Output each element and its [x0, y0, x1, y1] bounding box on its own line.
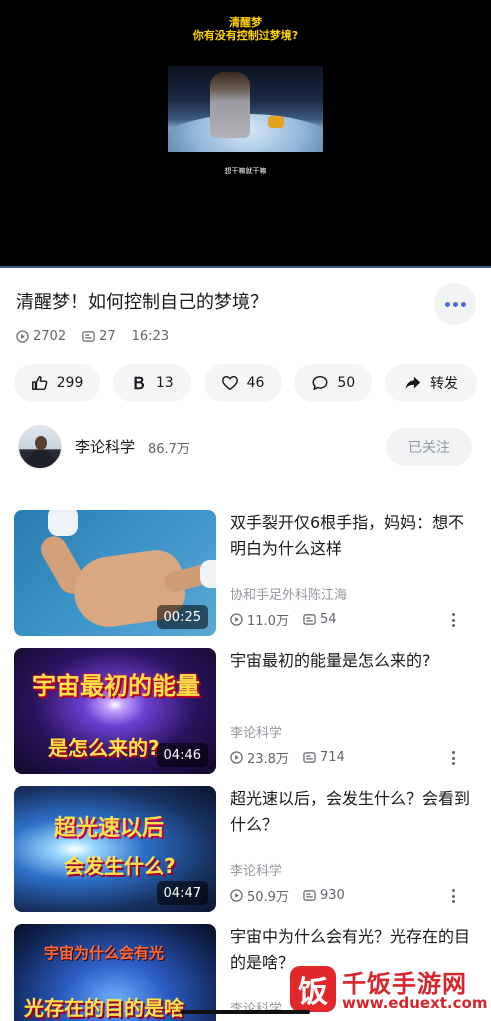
- heart-icon: [221, 375, 238, 391]
- rec-danmaku: 930: [319, 888, 345, 903]
- rec-stats: 50.9万 930: [230, 886, 359, 905]
- watermark-logo: 饭: [290, 966, 336, 1012]
- site-watermark: 饭 千饭手游网 www.eduext.com: [290, 962, 488, 1018]
- favorite-count: 46: [246, 375, 265, 391]
- uploader-name[interactable]: 李论科学: [75, 436, 135, 457]
- comment-button[interactable]: 50: [294, 364, 373, 402]
- thumbnail-text: 宇宙为什么会有光: [44, 944, 165, 962]
- duration-badge: 04:47: [156, 881, 208, 905]
- rec-more-button[interactable]: [450, 751, 456, 765]
- video-title: 清醒梦！如何控制自己的梦境？: [16, 292, 268, 313]
- rec-author: 李论科学: [230, 726, 283, 741]
- list-item[interactable]: 宇宙最初的能量 是怎么来的? 04:46 宇宙最初的能量是怎么来的? 李论科学 …: [14, 648, 477, 774]
- view-count: 2702: [33, 328, 67, 344]
- rec-title[interactable]: 宇宙最初的能量是怎么来的?: [230, 648, 470, 674]
- more-options-button[interactable]: [434, 283, 476, 325]
- home-indicator[interactable]: [180, 1010, 310, 1014]
- rec-author: 李论科学: [230, 998, 282, 1017]
- thumbnail-text: 会发生什么?: [64, 854, 176, 878]
- video-overlay-title: 清醒梦: [229, 16, 262, 29]
- rec-danmaku: 714: [319, 750, 345, 765]
- more-dots-icon: [444, 301, 450, 307]
- video-thumbnail[interactable]: 宇宙最初的能量 是怎么来的? 04:46: [14, 648, 216, 774]
- publish-time: 16:23: [131, 328, 170, 344]
- danmaku-icon: [303, 752, 316, 763]
- share-arrow-icon: [405, 376, 421, 389]
- rec-title[interactable]: 双手裂开仅6根手指，妈妈：想不明白为什么这样: [230, 510, 470, 562]
- video-thumbnail[interactable]: 00:25: [14, 510, 216, 636]
- video-caption: 想干嘛就干嘛: [224, 167, 267, 175]
- like-count: 299: [56, 375, 84, 391]
- comment-icon: [312, 375, 328, 391]
- video-overlay-subtitle: 你有没有控制过梦境?: [192, 29, 299, 42]
- comment-count: 50: [337, 375, 356, 391]
- video-stats: 2702 27 16:23: [16, 326, 185, 346]
- rec-stats: 11.0万 54: [230, 610, 351, 629]
- coin-button[interactable]: 13: [112, 364, 191, 402]
- watermark-url: www.eduext.com: [342, 994, 488, 1012]
- duration-badge: 00:25: [156, 605, 208, 629]
- rec-author: 协和手足外科陈江海: [230, 588, 348, 603]
- danmaku-count: 27: [99, 328, 116, 344]
- danmaku-icon: [303, 890, 316, 901]
- thumbnail-text: 是怎么来的?: [48, 736, 160, 760]
- video-thumbnail[interactable]: 宇宙为什么会有光 光存在的目的是啥: [14, 924, 216, 1021]
- video-frame: [168, 66, 323, 152]
- list-item[interactable]: 超光速以后 会发生什么? 04:47 超光速以后，会发生什么？会看到什么？ 李论…: [14, 786, 477, 912]
- follow-button[interactable]: 已关注: [386, 428, 472, 466]
- coin-count: 13: [155, 375, 174, 391]
- video-progress-bar[interactable]: [0, 266, 491, 268]
- share-button[interactable]: 转发: [385, 364, 477, 402]
- thumbs-up-icon: [31, 375, 47, 391]
- rec-views: 11.0万: [247, 614, 289, 629]
- uploader-avatar[interactable]: [18, 425, 62, 469]
- uploader-followers: 86.7万: [148, 442, 190, 457]
- thumbnail-text: 光存在的目的是啥: [24, 996, 184, 1020]
- play-count-icon: [230, 751, 243, 764]
- uploader-row: 李论科学 86.7万 已关注: [18, 425, 475, 469]
- rec-more-button[interactable]: [450, 889, 456, 903]
- rec-stats: 23.8万 714: [230, 748, 359, 767]
- play-count-icon: [230, 889, 243, 902]
- duration-badge: 04:46: [156, 743, 208, 767]
- list-item[interactable]: 00:25 双手裂开仅6根手指，妈妈：想不明白为什么这样 协和手足外科陈江海 1…: [14, 510, 477, 636]
- rec-danmaku: 54: [319, 612, 337, 627]
- rec-title[interactable]: 超光速以后，会发生什么？会看到什么？: [230, 786, 470, 838]
- video-player[interactable]: 清醒梦 你有没有控制过梦境? 想干嘛就干嘛: [0, 0, 491, 268]
- danmaku-icon: [82, 330, 95, 342]
- rec-more-button[interactable]: [450, 613, 456, 627]
- like-button[interactable]: 299: [14, 364, 100, 402]
- thumbnail-text: 超光速以后: [54, 816, 165, 841]
- rec-views: 23.8万: [247, 752, 289, 767]
- share-label: 转发: [430, 376, 458, 392]
- video-thumbnail[interactable]: 超光速以后 会发生什么? 04:47: [14, 786, 216, 912]
- coin-icon: [134, 376, 144, 390]
- danmaku-icon: [303, 614, 316, 625]
- favorite-button[interactable]: 46: [203, 364, 282, 402]
- play-count-icon: [16, 329, 29, 343]
- rec-views: 50.9万: [247, 890, 289, 905]
- action-bar: 299 13 46 50 转发: [14, 364, 477, 402]
- rec-author: 李论科学: [230, 864, 283, 879]
- play-count-icon: [230, 613, 243, 626]
- thumbnail-text: 宇宙最初的能量: [32, 672, 200, 700]
